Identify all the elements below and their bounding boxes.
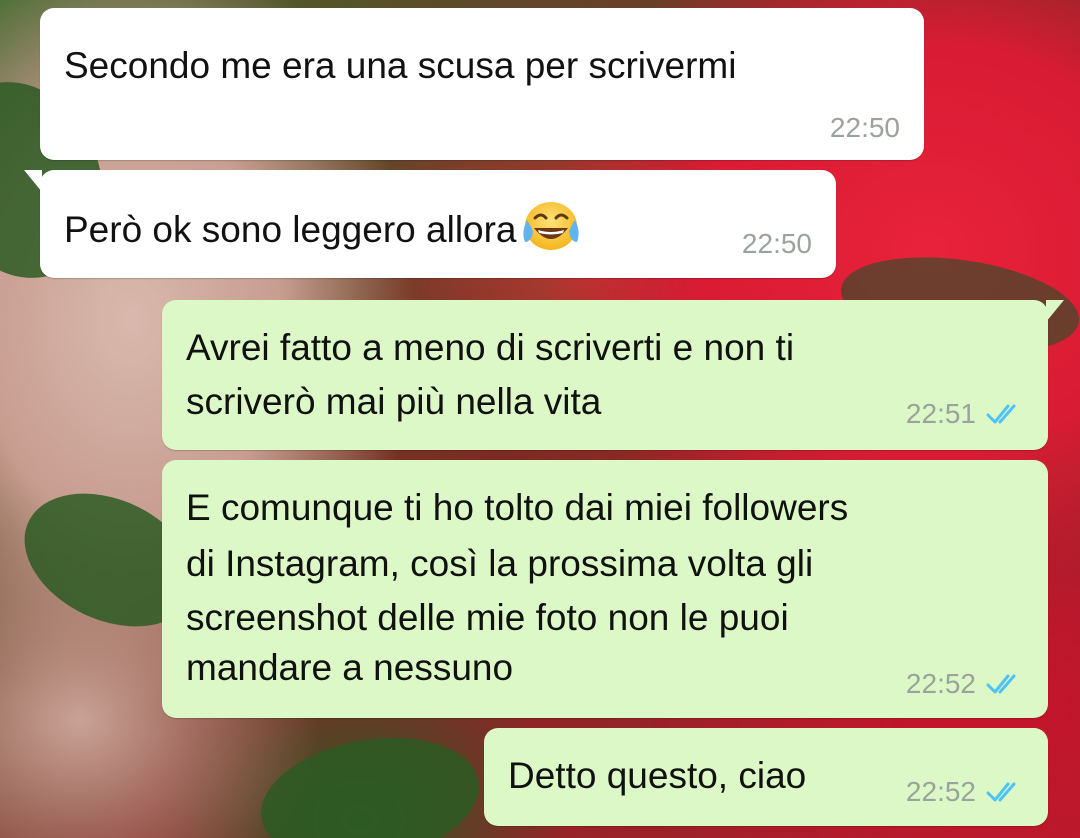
message-content: Però ok sono leggero allora (64, 198, 583, 266)
double-check-read-icon (986, 672, 1022, 696)
double-check-read-icon (986, 402, 1022, 426)
message-text-line: scriverò mai più nella vita (186, 381, 602, 422)
message-meta: 22:52 (906, 776, 1022, 808)
message-bubble-outgoing[interactable]: Avrei fatto a meno di scriverti e non ti… (162, 300, 1064, 450)
message-text-line: Avrei fatto a meno di scriverti e non ti (186, 327, 795, 368)
message-time: 22:51 (905, 398, 976, 429)
bubble-tail (1046, 300, 1064, 322)
message-time: 22:50 (741, 228, 812, 259)
double-check-read-icon (986, 780, 1022, 804)
message-meta: 22:50 (742, 228, 812, 260)
message-time: 22:50 (829, 112, 900, 143)
message-text: Però ok sono leggero allora (64, 209, 517, 250)
message-bubble-outgoing[interactable]: Detto questo, ciao 22:52 (484, 728, 1048, 826)
message-bubble-outgoing[interactable]: E comunque ti ho tolto dai miei follower… (162, 460, 1048, 718)
message-text: Detto questo, ciao (508, 755, 807, 796)
face-with-tears-of-joy-icon (519, 198, 583, 266)
message-text: Secondo me era una scusa per scrivermi (64, 45, 737, 86)
message-time: 22:52 (905, 776, 976, 807)
message-meta: 22:52 (906, 668, 1022, 700)
message-meta: 22:51 (906, 398, 1022, 430)
wallpaper-leaf (251, 721, 489, 838)
message-text-line: mandare a nessuno (186, 647, 514, 688)
message-text-line: screenshot delle mie foto non le puoi (186, 597, 789, 638)
message-meta: 22:50 (830, 112, 900, 144)
message-time: 22:52 (905, 668, 976, 699)
message-bubble-incoming[interactable]: Però ok sono leggero allora 22:50 (24, 170, 836, 278)
message-text-line: E comunque ti ho tolto dai miei follower… (186, 487, 849, 528)
message-bubble-incoming[interactable]: Secondo me era una scusa per scrivermi 2… (40, 8, 924, 160)
bubble-tail (24, 170, 42, 192)
message-text-line: di Instagram, così la prossima volta gli (186, 543, 814, 584)
